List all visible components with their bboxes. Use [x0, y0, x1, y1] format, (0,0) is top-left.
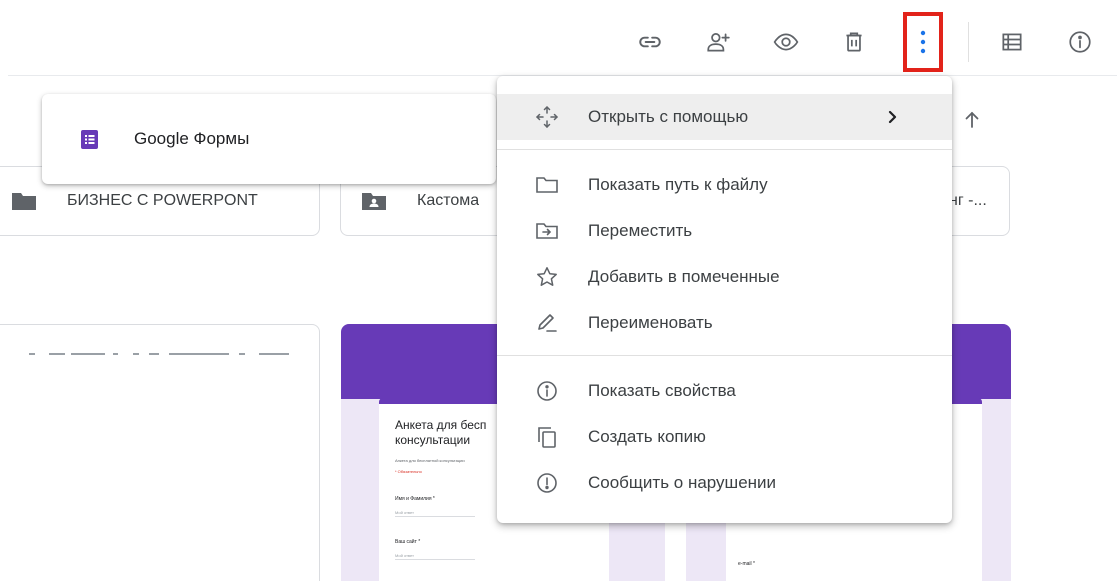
info-icon[interactable] — [1060, 22, 1100, 62]
pencil-icon — [535, 311, 559, 335]
menu-item-add-to-starred[interactable]: Добавить в помеченные — [497, 254, 952, 300]
share-person-add-icon[interactable] — [698, 22, 738, 62]
document-thumbnail — [9, 353, 289, 355]
folder-outline-icon — [535, 173, 559, 197]
link-icon[interactable] — [630, 22, 670, 62]
menu-item-open-with[interactable]: Открыть с помощью — [497, 94, 952, 140]
menu-item-label: Переименовать — [588, 313, 713, 332]
menu-item-show-details[interactable]: Показать свойства — [497, 368, 952, 414]
sort-arrow-up-icon[interactable] — [962, 108, 982, 130]
menu-item-move[interactable]: Переместить — [497, 208, 952, 254]
trash-icon[interactable] — [834, 22, 874, 62]
form-question: Ваш сайт * — [395, 539, 421, 545]
move-to-folder-icon — [535, 219, 559, 243]
menu-item-report-abuse[interactable]: Сообщить о нарушении — [497, 460, 952, 506]
folder-name: Кастома — [417, 192, 480, 209]
context-menu: Открыть с помощью Показать путь к файлу … — [497, 76, 952, 523]
menu-item-make-copy[interactable]: Создать копию — [497, 414, 952, 460]
form-answer-placeholder: Мой ответ — [395, 510, 475, 517]
folder-name: нг -... — [949, 192, 987, 209]
folder-icon — [12, 193, 36, 210]
submenu-item-label: Google Формы — [134, 129, 250, 148]
menu-item-label: Показать путь к файлу — [588, 175, 768, 194]
form-answer-placeholder: Мой ответ — [395, 553, 475, 560]
info-icon — [535, 379, 559, 403]
preview-eye-icon[interactable] — [766, 22, 806, 62]
report-icon — [535, 471, 559, 495]
chevron-right-icon — [888, 110, 897, 124]
menu-divider — [497, 149, 952, 150]
folder-name: БИЗНЕС С POWERPONT — [67, 192, 258, 209]
submenu-item-google-forms[interactable]: Google Формы — [42, 129, 249, 149]
menu-divider — [497, 355, 952, 356]
form-question: e-mail * — [738, 561, 755, 567]
copy-icon — [535, 425, 559, 449]
shared-folder-icon — [362, 193, 386, 210]
toolbar — [0, 0, 1117, 76]
menu-item-label: Добавить в помеченные — [588, 267, 780, 286]
star-outline-icon — [535, 265, 559, 289]
menu-item-label: Открыть с помощью — [588, 107, 749, 126]
menu-item-rename[interactable]: Переименовать — [497, 300, 952, 346]
menu-item-label: Переместить — [588, 221, 693, 240]
list-view-icon[interactable] — [992, 22, 1032, 62]
menu-item-label: Сообщить о нарушении — [588, 473, 777, 492]
open-with-icon — [535, 105, 559, 129]
menu-item-label: Показать свойства — [588, 381, 736, 400]
more-vertical-icon — [920, 30, 926, 54]
form-title: Анкета для бесп консультации — [395, 418, 487, 447]
menu-item-show-file-location[interactable]: Показать путь к файлу — [497, 162, 952, 208]
google-forms-icon — [81, 129, 98, 149]
more-actions-button[interactable] — [903, 12, 943, 72]
toolbar-divider — [968, 22, 969, 62]
open-with-submenu: Google Формы — [42, 94, 496, 184]
document-card[interactable] — [0, 324, 320, 581]
menu-item-label: Создать копию — [588, 427, 706, 446]
